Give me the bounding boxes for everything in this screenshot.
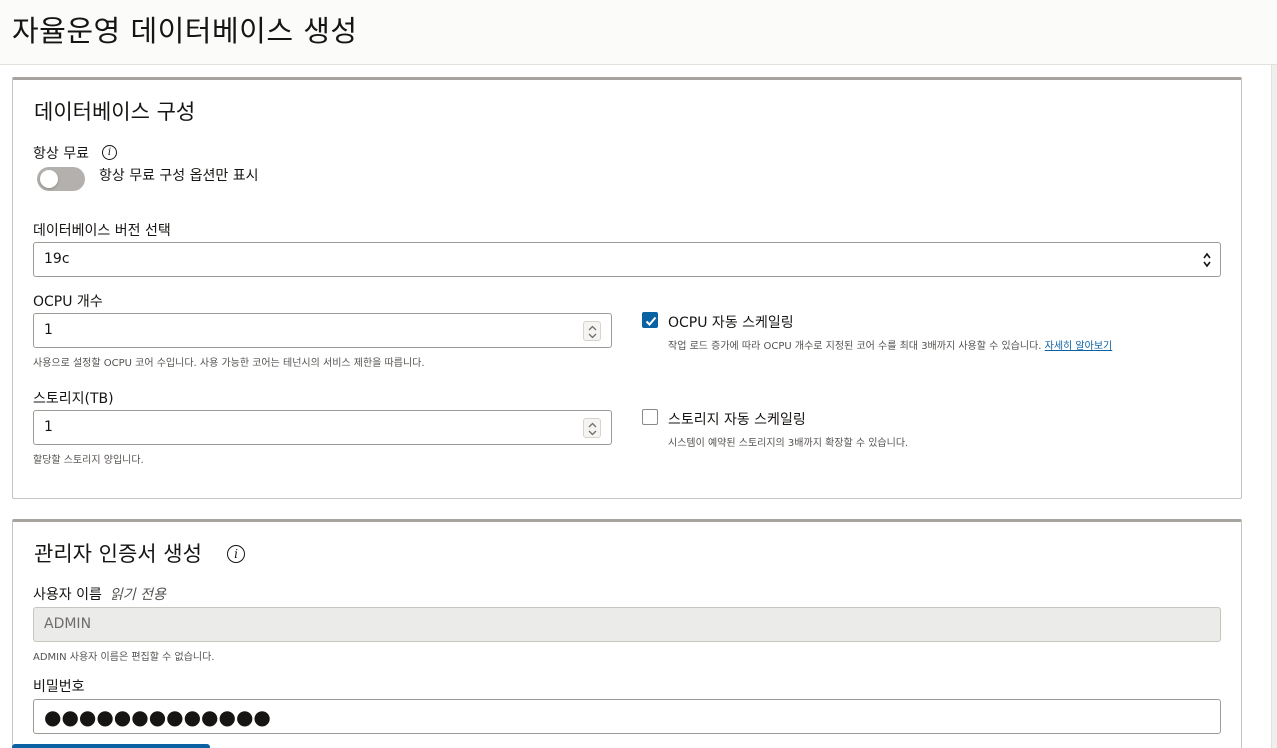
storage-spinner-icon[interactable] <box>583 418 601 438</box>
db-version-label: 데이터베이스 버전 선택 <box>33 223 171 239</box>
spinner-down-icon <box>588 333 597 339</box>
password-input[interactable]: ●●●●●●●●●●●●● <box>33 699 1221 734</box>
spinner-up-icon <box>588 325 597 331</box>
username-input[interactable]: ADMIN <box>33 607 1221 642</box>
storage-autoscaling-help: 시스템이 예약된 스토리지의 3배까지 확장할 수 있습니다. <box>668 438 909 449</box>
create-button[interactable] <box>12 744 210 748</box>
admin-credentials-card: 관리자 인증서 생성 i 사용자 이름 읽기 전용 ADMIN ADMIN 사용자… <box>12 519 1242 748</box>
ocpu-autoscaling-help-text: 작업 로드 증가에 따라 OCPU 개수로 지정된 코어 수를 최대 3배까지 … <box>668 341 1042 352</box>
toggle-knob <box>40 170 58 188</box>
storage-autoscaling-label: 스토리지 자동 스케일링 <box>668 412 806 428</box>
ocpu-count-help: 사용으로 설정할 OCPU 코어 수입니다. 사용 가능한 코어는 테넌시의 서… <box>33 358 425 369</box>
check-icon <box>645 316 657 326</box>
username-help: ADMIN 사용자 이름은 편집할 수 없습니다. <box>33 652 215 663</box>
ocpu-count-input[interactable]: 1 <box>33 313 612 348</box>
storage-label: 스토리지(TB) <box>33 391 114 407</box>
readonly-note: 읽기 전용 <box>109 587 166 603</box>
username-label-text: 사용자 이름 <box>33 587 102 603</box>
select-arrows-icon <box>1203 252 1211 268</box>
storage-input[interactable]: 1 <box>33 410 612 445</box>
ocpu-count-value: 1 <box>44 322 53 338</box>
db-version-value: 19c <box>44 251 70 267</box>
admin-credentials-title: 관리자 인증서 생성 <box>34 542 202 566</box>
password-label: 비밀번호 <box>33 679 85 695</box>
page-header: 자율운영 데이터베이스 생성 <box>0 0 1277 65</box>
ocpu-autoscaling-checkbox[interactable] <box>642 312 658 328</box>
storage-help: 할당할 스토리지 양입니다. <box>33 455 144 466</box>
database-config-title: 데이터베이스 구성 <box>34 100 196 124</box>
spinner-down-icon <box>588 430 597 436</box>
password-value: ●●●●●●●●●●●●● <box>44 705 271 729</box>
storage-value: 1 <box>44 419 53 435</box>
always-free-toggle-label: 항상 무료 구성 옵션만 표시 <box>99 168 259 184</box>
storage-autoscaling-checkbox[interactable] <box>642 409 658 425</box>
db-version-select[interactable]: 19c <box>33 242 1221 277</box>
database-config-card: 데이터베이스 구성 항상 무료 i 항상 무료 구성 옵션만 표시 데이터베이스… <box>12 77 1242 499</box>
username-label: 사용자 이름 읽기 전용 <box>33 584 166 604</box>
ocpu-autoscaling-help: 작업 로드 증가에 따라 OCPU 개수로 지정된 코어 수를 최대 3배까지 … <box>668 337 1112 352</box>
main-content: 데이터베이스 구성 항상 무료 i 항상 무료 구성 옵션만 표시 데이터베이스… <box>0 65 1277 748</box>
learn-more-link[interactable]: 자세히 알아보기 <box>1045 341 1113 352</box>
ocpu-autoscaling-label: OCPU 자동 스케일링 <box>668 315 794 331</box>
page-title: 자율운영 데이터베이스 생성 <box>12 14 358 48</box>
username-value: ADMIN <box>44 616 92 632</box>
always-free-toggle[interactable] <box>37 167 85 191</box>
always-free-label: 항상 무료 <box>33 146 89 162</box>
ocpu-spinner-icon[interactable] <box>583 321 601 341</box>
always-free-info-icon[interactable]: i <box>102 145 117 160</box>
ocpu-count-label: OCPU 개수 <box>33 294 103 310</box>
scrollbar[interactable] <box>1271 65 1277 748</box>
admin-credentials-info-icon[interactable]: i <box>227 545 245 563</box>
spinner-up-icon <box>588 422 597 428</box>
